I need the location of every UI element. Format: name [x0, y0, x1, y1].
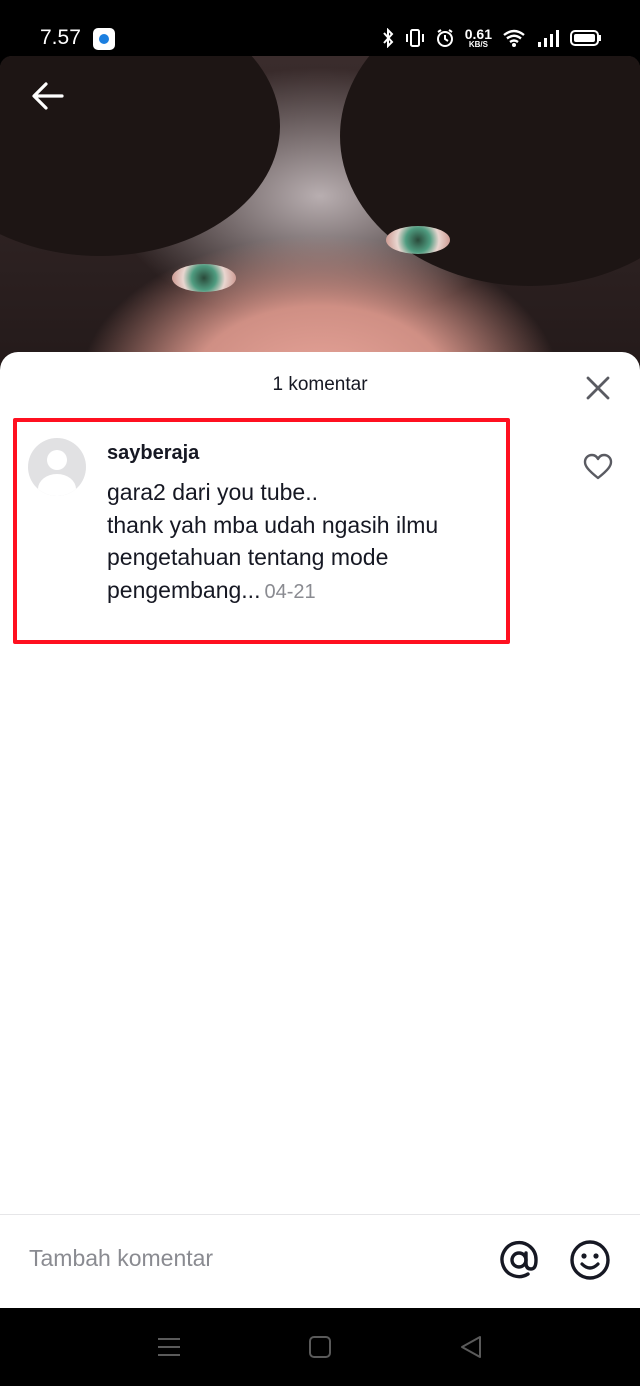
- alarm-icon: [436, 29, 453, 47]
- recents-menu-icon[interactable]: [155, 1335, 183, 1359]
- avatar-body-shape: [38, 474, 76, 496]
- comment-input[interactable]: Tambah komentar: [29, 1245, 213, 1272]
- network-speed-unit: KB/S: [468, 40, 488, 49]
- close-icon[interactable]: [584, 374, 612, 402]
- home-icon[interactable]: [306, 1335, 334, 1359]
- comment-input-bar: Tambah komentar: [0, 1214, 640, 1309]
- comment-date: 04-21: [264, 580, 316, 603]
- eye-left: [172, 264, 236, 292]
- avatar-head-shape: [47, 450, 67, 470]
- video-background: [0, 56, 640, 366]
- vibrate-icon: [405, 29, 424, 47]
- comment-username[interactable]: sayberaja: [107, 442, 199, 465]
- eye-right: [386, 226, 450, 254]
- status-time: 7.57: [40, 26, 81, 49]
- hair-shape-right: [340, 56, 640, 286]
- system-nav-bar: [0, 1308, 640, 1386]
- comments-sheet: 1 komentar sayberaja gara2 dari you tube…: [0, 352, 640, 1309]
- bluetooth-icon: [383, 28, 394, 48]
- back-arrow-icon[interactable]: [30, 78, 66, 114]
- heart-outline-icon[interactable]: [583, 453, 613, 481]
- at-mention-icon[interactable]: [498, 1239, 540, 1281]
- back-triangle-icon[interactable]: [458, 1335, 486, 1359]
- network-speed-value: 0.61: [464, 26, 492, 42]
- status-icons: 0.61 KB/S: [381, 25, 602, 51]
- network-speed: 0.61 KB/S: [465, 27, 492, 49]
- battery-icon: [570, 30, 601, 46]
- comments-count-title: 1 komentar: [272, 374, 368, 395]
- wifi-icon: [503, 29, 525, 47]
- signal-icon: [538, 30, 559, 47]
- comment-body[interactable]: gara2 dari you tube.. thank yah mba udah…: [107, 476, 507, 608]
- avatar[interactable]: [28, 438, 86, 496]
- emoji-icon[interactable]: [569, 1239, 611, 1281]
- app-notification-icon: [93, 28, 115, 50]
- status-bar: 7.57 0.61 KB/S: [0, 0, 640, 58]
